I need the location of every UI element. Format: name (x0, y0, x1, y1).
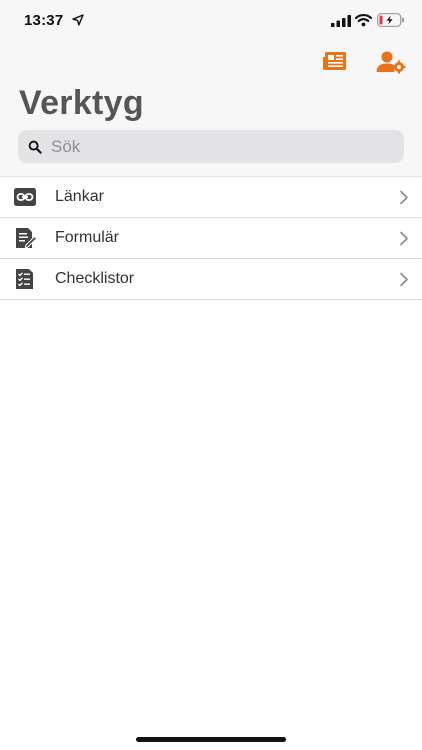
wifi-icon (355, 14, 372, 27)
list-item-label: Formulär (55, 229, 120, 246)
tools-screen: 13:37 Verktyg Sök Länkar Formulär Checkl… (0, 0, 422, 750)
chevron-right-icon (400, 272, 408, 287)
chevron-right-icon (400, 190, 408, 205)
battery-charging-icon (377, 13, 404, 27)
search-icon (28, 140, 42, 154)
user-settings-icon (376, 51, 406, 74)
list-item-forms[interactable]: Formulär (0, 218, 422, 259)
cellular-signal-icon (331, 15, 351, 27)
chevron-right-icon (400, 231, 408, 246)
home-indicator[interactable] (136, 737, 286, 742)
search-bar[interactable] (18, 130, 404, 163)
location-arrow-icon (72, 14, 84, 26)
header-area: 13:37 Verktyg Sök (0, 0, 422, 177)
link-icon (14, 188, 36, 206)
user-settings-button[interactable] (376, 50, 406, 74)
list-item-checklists[interactable]: Checklistor (0, 259, 422, 300)
status-bar: 13:37 (0, 0, 422, 42)
newspaper-icon (322, 52, 346, 71)
list-item-links[interactable]: Länkar (0, 177, 422, 218)
list-item-label: Checklistor (55, 270, 135, 287)
search-input[interactable] (51, 136, 381, 157)
list-item-label: Länkar (55, 188, 104, 205)
page-title: Verktyg (19, 84, 144, 122)
form-edit-icon (16, 228, 37, 249)
status-time: 13:37 (24, 12, 64, 29)
checklist-icon (16, 269, 33, 289)
tools-list: Länkar Formulär Checklistor (0, 177, 422, 300)
news-button[interactable] (322, 50, 348, 74)
